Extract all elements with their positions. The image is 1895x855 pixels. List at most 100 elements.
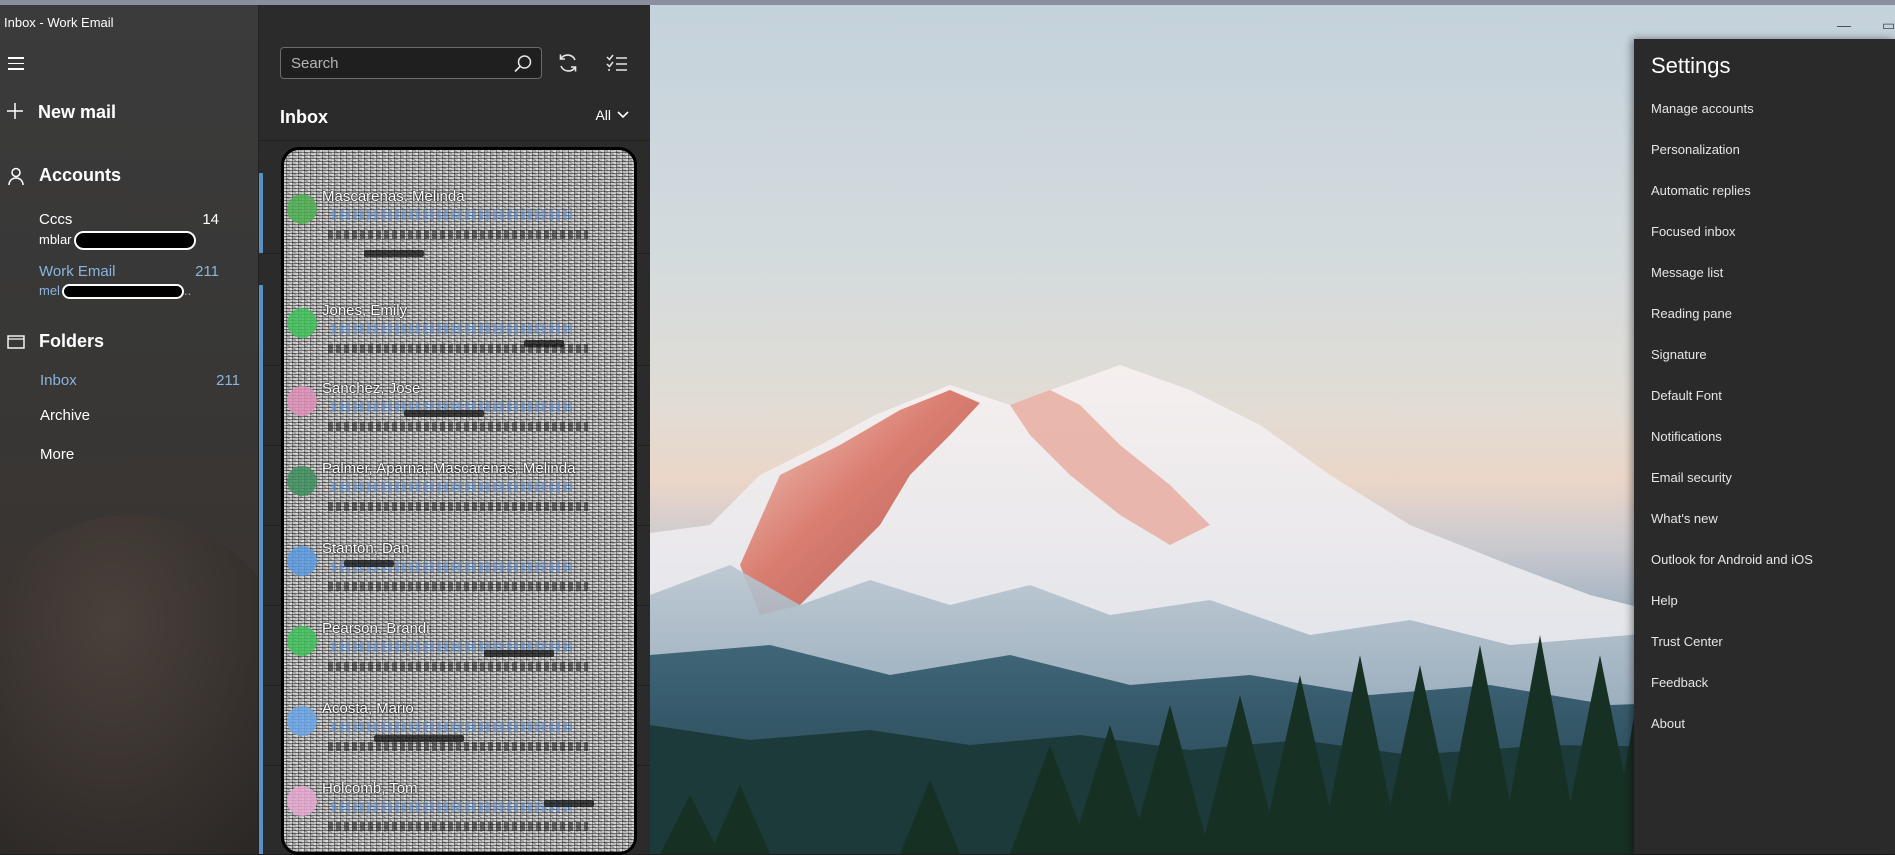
- new-mail-button[interactable]: New mail: [6, 102, 116, 123]
- folder-item-archive[interactable]: Archive: [40, 407, 240, 424]
- noise-streak: [364, 250, 424, 257]
- folders-heading: Folders: [39, 331, 105, 351]
- message-sender: Jones, Emily: [322, 302, 408, 319]
- unread-indicator: [259, 173, 263, 253]
- settings-item-feedback[interactable]: Feedback: [1651, 675, 1813, 716]
- account-item-work-email[interactable]: Work Email 211 mel..: [39, 263, 239, 300]
- plus-icon: [6, 102, 32, 123]
- noise-streak: [344, 560, 394, 567]
- accounts-heading: Accounts: [39, 165, 122, 185]
- window-title: Inbox - Work Email: [4, 15, 114, 30]
- noise-streak: [524, 340, 564, 347]
- filter-dropdown[interactable]: All: [595, 107, 629, 123]
- message-sender: Stanton, Dan: [322, 540, 410, 557]
- navigation-pane: Inbox - Work Email New mail Accounts Ccc…: [0, 5, 258, 854]
- avatar: [287, 308, 317, 338]
- message-list-pane: Inbox All Mascarenas, Melinda Jones, Emi…: [258, 5, 651, 855]
- redaction-mark: [73, 231, 196, 250]
- message-item[interactable]: Sanchez, Jose: [284, 368, 634, 448]
- folder-name: More: [40, 446, 75, 463]
- avatar: [287, 546, 317, 576]
- message-item[interactable]: Holcomb, Tom: [284, 768, 634, 848]
- settings-item-email-security[interactable]: Email security: [1651, 470, 1813, 511]
- select-mode-icon[interactable]: [605, 51, 631, 77]
- list-title: Inbox: [280, 107, 328, 127]
- message-sender: Mascarenas, Melinda: [322, 188, 465, 205]
- account-count: 14: [202, 211, 219, 228]
- folder-item-more[interactable]: More: [40, 446, 240, 463]
- message-preview-redacted: [328, 502, 588, 511]
- settings-item-personalization[interactable]: Personalization: [1651, 142, 1813, 183]
- chevron-down-icon: [617, 111, 629, 119]
- account-item-cccs[interactable]: Cccs 14 mblar: [39, 211, 239, 250]
- account-email: mblar: [39, 231, 239, 250]
- settings-flyout: Settings Manage accounts Personalization…: [1634, 39, 1895, 854]
- message-sender: Pearson, Brandi: [322, 620, 430, 637]
- message-item[interactable]: Mascarenas, Melinda: [284, 176, 634, 256]
- settings-item-message-list[interactable]: Message list: [1651, 265, 1813, 306]
- redacted-message-list: Mascarenas, Melinda Jones, Emily Sanchez…: [281, 147, 637, 855]
- message-subject-redacted: [332, 802, 572, 812]
- message-item[interactable]: Palmer, Aparna; Mascarenas, Melinda: [284, 448, 634, 528]
- settings-item-manage-accounts[interactable]: Manage accounts: [1651, 101, 1813, 142]
- settings-item-signature[interactable]: Signature: [1651, 347, 1813, 388]
- settings-menu: Manage accounts Personalization Automati…: [1651, 101, 1813, 757]
- message-item[interactable]: Stanton, Dan: [284, 528, 634, 608]
- search-box[interactable]: [280, 47, 542, 79]
- folder-name: Inbox: [40, 372, 77, 389]
- message-item[interactable]: Acosta, Mario: [284, 688, 634, 768]
- hamburger-icon[interactable]: [8, 57, 24, 71]
- settings-item-automatic-replies[interactable]: Automatic replies: [1651, 183, 1813, 224]
- new-mail-label: New mail: [38, 102, 117, 122]
- accounts-header[interactable]: Accounts: [6, 165, 121, 186]
- settings-item-outlook-mobile[interactable]: Outlook for Android and iOS: [1651, 552, 1813, 593]
- avatar: [287, 786, 317, 816]
- settings-item-whats-new[interactable]: What's new: [1651, 511, 1813, 552]
- message-sender: Palmer, Aparna; Mascarenas, Melinda: [322, 460, 576, 477]
- list-divider: [259, 140, 651, 141]
- avatar: [287, 626, 317, 656]
- folder-icon: [6, 332, 26, 352]
- redaction-mark: [61, 284, 184, 300]
- message-sender: Sanchez, Jose: [322, 380, 421, 397]
- message-item[interactable]: Pearson, Brandi: [284, 608, 634, 688]
- message-subject-redacted: [332, 482, 572, 492]
- settings-item-default-font[interactable]: Default Font: [1651, 388, 1813, 429]
- sync-icon[interactable]: [556, 51, 582, 77]
- message-subject-redacted: [332, 210, 572, 220]
- noise-streak: [404, 410, 484, 417]
- settings-item-help[interactable]: Help: [1651, 593, 1813, 634]
- search-icon[interactable]: [513, 54, 533, 74]
- noise-streak: [544, 800, 594, 807]
- folder-item-inbox[interactable]: Inbox 211: [40, 372, 240, 389]
- settings-item-notifications[interactable]: Notifications: [1651, 429, 1813, 470]
- message-item[interactable]: Jones, Emily: [284, 290, 634, 370]
- message-preview-redacted: [328, 662, 588, 671]
- folder-count: 211: [216, 372, 240, 389]
- noise-streak: [374, 735, 464, 742]
- search-input[interactable]: [281, 48, 521, 78]
- avatar: [287, 706, 317, 736]
- background-blur: [0, 515, 258, 854]
- message-preview-redacted: [328, 742, 588, 751]
- message-sender: Acosta, Mario: [322, 700, 414, 717]
- noise-streak: [484, 650, 554, 657]
- unread-indicator: [259, 285, 263, 854]
- filter-label: All: [595, 107, 611, 123]
- account-count: 211: [195, 263, 219, 280]
- account-email: mel..: [39, 283, 192, 300]
- message-preview-redacted: [328, 230, 588, 239]
- settings-item-reading-pane[interactable]: Reading pane: [1651, 306, 1813, 347]
- message-preview-redacted: [328, 822, 588, 831]
- maximize-button[interactable]: ▭: [1882, 17, 1895, 34]
- settings-item-focused-inbox[interactable]: Focused inbox: [1651, 224, 1813, 265]
- settings-item-trust-center[interactable]: Trust Center: [1651, 634, 1813, 675]
- message-preview-redacted: [328, 582, 588, 591]
- folders-header[interactable]: Folders: [6, 331, 104, 352]
- message-subject-redacted: [332, 722, 572, 732]
- minimize-button[interactable]: —: [1837, 17, 1851, 33]
- person-icon: [6, 166, 26, 186]
- account-email-prefix: mblar: [39, 231, 72, 247]
- settings-item-about[interactable]: About: [1651, 716, 1813, 757]
- avatar: [287, 386, 317, 416]
